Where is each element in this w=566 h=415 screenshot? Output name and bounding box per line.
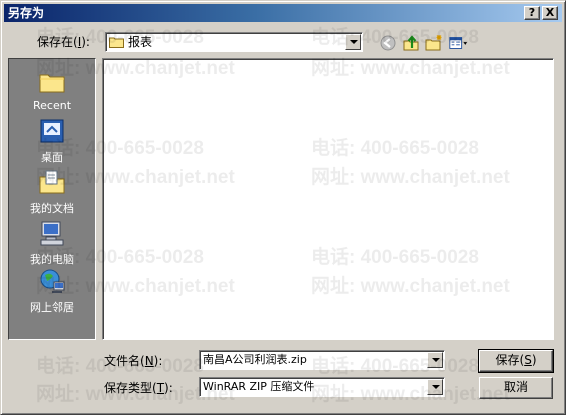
recent-folder-icon <box>39 74 65 93</box>
place-recent[interactable]: Recent <box>9 67 95 117</box>
save-in-label-suffix: ): <box>81 35 90 49</box>
title-bar[interactable]: 另存为 ? X <box>4 4 562 22</box>
place-desktop-label: 桌面 <box>41 151 63 164</box>
save-button[interactable]: 保存(S) <box>478 349 554 373</box>
filename-input[interactable]: 南昌A公司利润表.zip <box>203 353 307 367</box>
filetype-select[interactable]: WinRAR ZIP 压缩文件 <box>203 380 314 394</box>
my-computer-icon <box>40 221 64 246</box>
place-my-computer[interactable]: 我的电脑 <box>9 219 95 269</box>
new-folder-icon[interactable] <box>424 34 444 52</box>
filetype-dropdown-button[interactable] <box>427 379 443 395</box>
save-in-label: 保存在(I): <box>37 35 90 49</box>
filetype-combo[interactable]: WinRAR ZIP 压缩文件 <box>199 377 445 397</box>
save-in-label-text: 保存在( <box>37 35 78 49</box>
save-as-dialog: 另存为 ? X 保存在(I): 报表 Recent 桌面 我的文档 我的电脑 网… <box>0 0 566 415</box>
folder-icon <box>109 37 124 48</box>
save-button-label: 保存( <box>495 353 525 367</box>
cancel-button[interactable]: 取消 <box>479 377 553 399</box>
filename-label-suffix: ): <box>153 354 163 368</box>
place-network[interactable]: 网上邻居 <box>9 267 95 317</box>
up-folder-icon[interactable] <box>401 34 421 52</box>
place-network-label: 网上邻居 <box>30 301 74 314</box>
place-my-computer-label: 我的电脑 <box>30 253 74 266</box>
place-recent-label: Recent <box>32 99 72 112</box>
save-in-combo[interactable]: 报表 <box>105 32 363 52</box>
filetype-label: 保存类型(T): <box>104 381 173 395</box>
save-button-suffix: ) <box>531 353 537 367</box>
window-title: 另存为 <box>8 6 45 20</box>
file-list[interactable] <box>102 58 554 340</box>
filename-label-text: 文件名( <box>104 354 145 368</box>
save-in-dropdown-button[interactable] <box>345 34 361 50</box>
filetype-hotkey: T <box>156 381 165 395</box>
save-in-folder: 报表 <box>128 35 153 49</box>
filename-hotkey: N <box>144 354 154 368</box>
filename-dropdown-button[interactable] <box>427 352 443 368</box>
filetype-label-text: 保存类型( <box>104 381 157 395</box>
network-places-icon <box>40 269 65 293</box>
filetype-label-suffix: ): <box>164 381 173 395</box>
save-button-hotkey: S <box>524 353 532 367</box>
close-button[interactable]: X <box>542 6 558 20</box>
desktop-icon <box>40 119 64 143</box>
back-icon[interactable] <box>378 34 398 52</box>
filename-combo[interactable]: 南昌A公司利润表.zip <box>199 350 445 370</box>
place-desktop[interactable]: 桌面 <box>9 117 95 167</box>
places-bar: Recent 桌面 我的文档 我的电脑 网上邻居 <box>8 58 96 340</box>
place-my-documents[interactable]: 我的文档 <box>9 168 95 218</box>
place-my-documents-label: 我的文档 <box>30 202 74 215</box>
help-button[interactable]: ? <box>524 6 540 20</box>
my-documents-icon <box>39 170 65 194</box>
view-menu-icon[interactable] <box>448 34 468 52</box>
filename-label: 文件名(N): <box>104 354 162 368</box>
